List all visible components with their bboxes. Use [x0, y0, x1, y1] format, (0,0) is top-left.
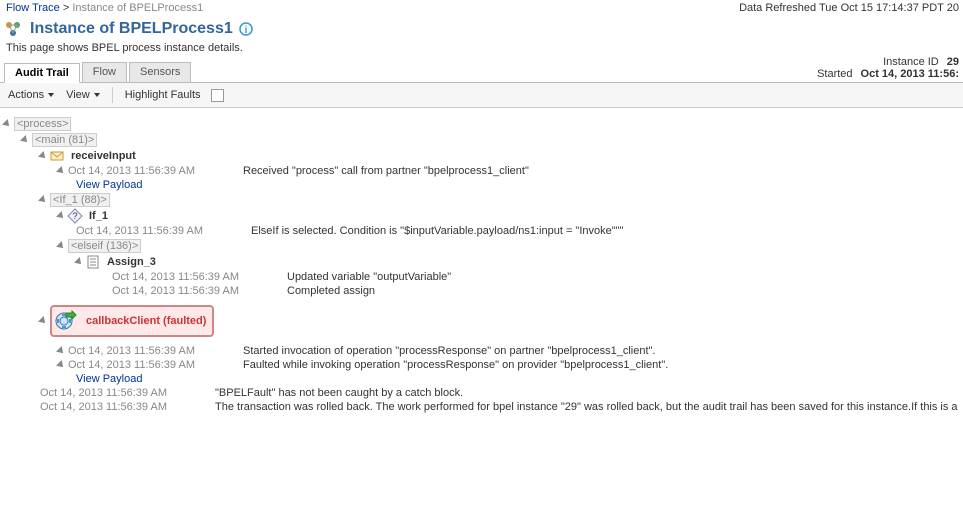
timestamp: Oct 14, 2013 11:56:39 AM	[68, 359, 243, 371]
toolbar: Actions View Highlight Faults	[0, 83, 963, 108]
timestamp: Oct 14, 2013 11:56:39 AM	[40, 401, 215, 413]
tab-sensors[interactable]: Sensors	[129, 62, 191, 82]
log-message: Completed assign	[287, 285, 375, 297]
toggle-icon[interactable]	[2, 119, 12, 129]
chevron-down-icon	[94, 93, 100, 97]
log-message: Updated variable "outputVariable"	[287, 271, 451, 283]
toggle-icon[interactable]	[38, 151, 48, 161]
node-if1-box[interactable]: <If_1 (88)>	[50, 193, 110, 207]
node-receive-input[interactable]: receiveInput	[68, 149, 139, 163]
receive-icon	[50, 149, 64, 163]
toggle-icon[interactable]	[56, 241, 66, 251]
meta-block: Instance ID 29 Started Oct 14, 2013 11:56:	[817, 56, 959, 80]
timestamp: Oct 14, 2013 11:56:39 AM	[112, 271, 287, 283]
highlight-faults-checkbox[interactable]	[211, 89, 224, 102]
view-menu[interactable]: View	[66, 89, 100, 101]
log-message: Started invocation of operation "process…	[243, 345, 655, 357]
timestamp: Oct 14, 2013 11:56:39 AM	[68, 165, 243, 177]
instance-id-label: Instance ID	[883, 56, 939, 68]
node-if1[interactable]: If_1	[86, 209, 111, 223]
timestamp: Oct 14, 2013 11:56:39 AM	[40, 387, 215, 399]
breadcrumb-current: Instance of BPELProcess1	[72, 2, 203, 14]
breadcrumb-separator: >	[63, 2, 72, 14]
toggle-icon[interactable]	[38, 316, 48, 326]
toggle-icon[interactable]	[56, 211, 66, 221]
log-message: Faulted while invoking operation "proces…	[243, 359, 668, 371]
svg-text:i: i	[244, 25, 247, 36]
separator	[112, 87, 113, 103]
assign-icon	[86, 255, 100, 269]
svg-text:?: ?	[72, 211, 77, 221]
tab-audit-trail[interactable]: Audit Trail	[4, 63, 80, 83]
node-elseif[interactable]: <elseif (136)>	[68, 239, 141, 253]
log-message: ElseIf is selected. Condition is "$input…	[251, 225, 623, 237]
node-callback-client[interactable]: callbackClient (faulted)	[82, 315, 210, 327]
timestamp: Oct 14, 2013 11:56:39 AM	[76, 225, 251, 237]
instance-id-value: 29	[947, 56, 959, 68]
actions-menu[interactable]: Actions	[8, 89, 54, 101]
switch-icon: ?	[68, 209, 82, 223]
node-process[interactable]: <process>	[14, 117, 71, 131]
page-title: Instance of BPELProcess1	[30, 20, 233, 38]
toggle-icon[interactable]	[56, 166, 66, 176]
process-icon	[6, 22, 20, 36]
tab-flow[interactable]: Flow	[82, 62, 127, 82]
chevron-down-icon	[48, 93, 54, 97]
started-label: Started	[817, 68, 852, 80]
view-payload-link[interactable]: View Payload	[76, 373, 142, 385]
view-payload-link[interactable]: View Payload	[76, 179, 142, 191]
toggle-icon[interactable]	[20, 135, 30, 145]
log-message: Received "process" call from partner "bp…	[243, 165, 529, 177]
started-value: Oct 14, 2013 11:56:	[861, 68, 959, 80]
node-main[interactable]: <main (81)>	[32, 133, 97, 147]
toggle-icon[interactable]	[74, 257, 84, 267]
breadcrumb-root-link[interactable]: Flow Trace	[6, 2, 60, 14]
data-refreshed-label: Data Refreshed Tue Oct 15 17:14:37 PDT 2…	[739, 2, 959, 14]
log-message: "BPELFault" has not been caught by a cat…	[215, 387, 463, 399]
timestamp: Oct 14, 2013 11:56:39 AM	[112, 285, 287, 297]
log-message: The transaction was rolled back. The wor…	[215, 401, 958, 413]
info-icon[interactable]: i	[239, 22, 253, 36]
audit-tree: <process> <main (81)> receiveInput Oct 1…	[0, 108, 963, 422]
node-assign3[interactable]: Assign_3	[104, 255, 159, 269]
toggle-icon[interactable]	[38, 195, 48, 205]
faulted-container: callbackClient (faulted)	[50, 305, 214, 337]
toggle-icon[interactable]	[56, 360, 66, 370]
toggle-icon[interactable]	[56, 346, 66, 356]
invoke-icon	[54, 309, 78, 333]
highlight-faults-control[interactable]: Highlight Faults	[125, 89, 224, 102]
timestamp: Oct 14, 2013 11:56:39 AM	[68, 345, 243, 357]
